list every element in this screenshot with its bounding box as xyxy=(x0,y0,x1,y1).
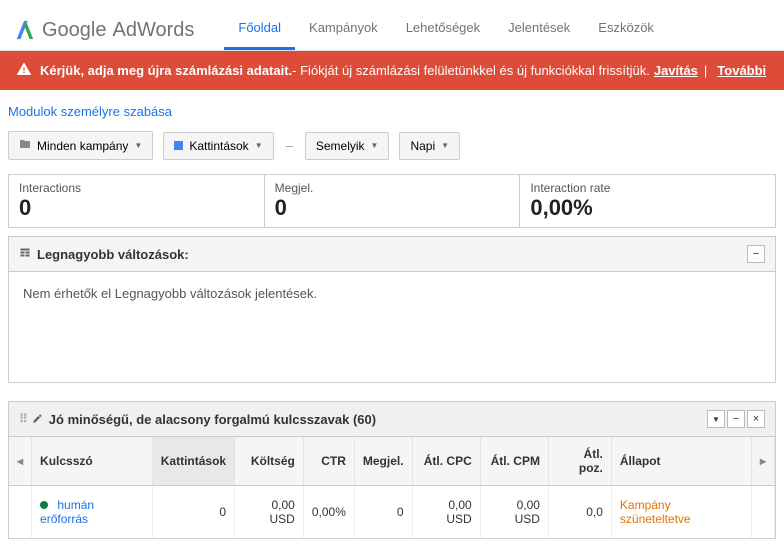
logo-text-2: AdWords xyxy=(113,19,195,42)
customize-modules-link[interactable]: Modulok személyre szabása xyxy=(0,90,180,131)
period-button[interactable]: Napi ▼ xyxy=(399,132,460,160)
blue-square-icon xyxy=(174,141,183,150)
toolbar: Minden kampány ▼ Kattintások ▼ – Semelyi… xyxy=(0,131,784,174)
adwords-logo-icon xyxy=(14,19,36,41)
period-label: Napi xyxy=(410,139,435,153)
keywords-panel: ⠿ Jó minőségű, de alacsony forgalmú kulc… xyxy=(8,401,776,539)
nav-opportunities[interactable]: Lehetőségek xyxy=(392,10,494,50)
edit-icon xyxy=(32,412,43,427)
stat-label: Interaction rate xyxy=(530,181,765,195)
alert-separator: | xyxy=(704,63,707,78)
minimize-button[interactable]: − xyxy=(747,245,765,263)
alert-more-link[interactable]: További xyxy=(717,63,766,78)
biggest-changes-panel: Legnagyobb változások: − Nem érhetők el … xyxy=(8,236,776,383)
col-pos[interactable]: Átl. poz. xyxy=(548,437,611,486)
col-cost[interactable]: Költség xyxy=(235,437,304,486)
cell-cost: 0,00 USD xyxy=(235,486,304,539)
metric2-button[interactable]: Semelyik ▼ xyxy=(305,132,390,160)
main-nav: Főoldal Kampányok Lehetőségek Jelentések… xyxy=(224,10,668,50)
cell-impr: 0 xyxy=(354,486,412,539)
table-row: humán erőforrás 0 0,00 USD 0,00% 0 0,00 … xyxy=(9,486,775,539)
alert-bold-text: Kérjük, adja meg újra számlázási adatait… xyxy=(40,63,292,78)
grip-icon: ⠿ xyxy=(19,412,26,426)
panel-title-text: Jó minőségű, de alacsony forgalmú kulcss… xyxy=(49,412,376,427)
nav-campaigns[interactable]: Kampányok xyxy=(295,10,392,50)
dash-separator: – xyxy=(286,138,293,153)
minimize-button[interactable]: − xyxy=(727,410,745,428)
panel-header: Legnagyobb változások: − xyxy=(9,237,775,272)
close-button[interactable]: × xyxy=(747,410,765,428)
keywords-table: ◂ Kulcsszó Kattintások Költség CTR Megje… xyxy=(9,437,775,538)
stat-value: 0 xyxy=(19,195,254,221)
col-clicks[interactable]: Kattintások xyxy=(152,437,234,486)
logo-text-1: Google xyxy=(42,19,107,42)
chevron-down-icon: ▼ xyxy=(441,141,449,150)
col-impr[interactable]: Megjel. xyxy=(354,437,412,486)
cell-cpc: 0,00 USD xyxy=(412,486,480,539)
keyword-link[interactable]: humán erőforrás xyxy=(40,498,94,526)
col-ctr[interactable]: CTR xyxy=(303,437,354,486)
app-header: Google AdWords Főoldal Kampányok Lehetős… xyxy=(0,0,784,51)
chevron-down-icon: ▼ xyxy=(255,141,263,150)
campaign-filter-label: Minden kampány xyxy=(37,139,128,153)
scroll-left-button[interactable]: ◂ xyxy=(9,437,32,486)
nav-tools[interactable]: Eszközök xyxy=(584,10,668,50)
panel-body: Nem érhetők el Legnagyobb változások jel… xyxy=(9,272,775,382)
logo: Google AdWords xyxy=(14,19,194,42)
metric1-label: Kattintások xyxy=(189,139,248,153)
stat-interactions: Interactions 0 xyxy=(9,175,265,227)
col-cpm[interactable]: Átl. CPM xyxy=(480,437,548,486)
col-keyword[interactable]: Kulcsszó xyxy=(32,437,153,486)
stat-label: Megjel. xyxy=(275,181,510,195)
cell-clicks: 0 xyxy=(152,486,234,539)
dropdown-button[interactable]: ▼ xyxy=(707,410,725,428)
metric1-button[interactable]: Kattintások ▼ xyxy=(163,132,273,160)
stat-interaction-rate: Interaction rate 0,00% xyxy=(520,175,775,227)
panel-controls: ▼ − × xyxy=(707,410,765,428)
cell-ctr: 0,00% xyxy=(303,486,354,539)
stat-label: Interactions xyxy=(19,181,254,195)
status-dot-icon xyxy=(40,501,48,509)
cell-status: Kampány szüneteltetve xyxy=(611,486,751,539)
panel-header: ⠿ Jó minőségű, de alacsony forgalmú kulc… xyxy=(9,402,775,437)
alert-fix-link[interactable]: Javítás xyxy=(654,63,698,78)
table-icon xyxy=(19,247,31,262)
stats-row: Interactions 0 Megjel. 0 Interaction rat… xyxy=(8,174,776,228)
panel-title-text: Legnagyobb változások: xyxy=(37,247,189,262)
chevron-down-icon: ▼ xyxy=(371,141,379,150)
stat-impressions: Megjel. 0 xyxy=(265,175,521,227)
col-status[interactable]: Állapot xyxy=(611,437,751,486)
campaign-filter-button[interactable]: Minden kampány ▼ xyxy=(8,131,153,160)
cell-pos: 0,0 xyxy=(548,486,611,539)
chevron-down-icon: ▼ xyxy=(134,141,142,150)
cell-cpm: 0,00 USD xyxy=(480,486,548,539)
col-cpc[interactable]: Átl. CPC xyxy=(412,437,480,486)
panel-controls: − xyxy=(747,245,765,263)
metric2-label: Semelyik xyxy=(316,139,365,153)
alert-text: - Fiókját új számlázási felületünkkel és… xyxy=(292,63,650,78)
billing-alert: Kérjük, adja meg újra számlázási adatait… xyxy=(0,51,784,90)
stat-value: 0 xyxy=(275,195,510,221)
nav-home[interactable]: Főoldal xyxy=(224,10,295,50)
panel-title: ⠿ Jó minőségű, de alacsony forgalmú kulc… xyxy=(19,412,376,427)
stat-value: 0,00% xyxy=(530,195,765,221)
nav-reports[interactable]: Jelentések xyxy=(494,10,584,50)
keyword-cell: humán erőforrás xyxy=(32,486,153,539)
panel-title: Legnagyobb változások: xyxy=(19,247,189,262)
warning-icon xyxy=(16,61,32,80)
scroll-right-button[interactable]: ▸ xyxy=(751,437,774,486)
folder-icon xyxy=(19,138,31,153)
